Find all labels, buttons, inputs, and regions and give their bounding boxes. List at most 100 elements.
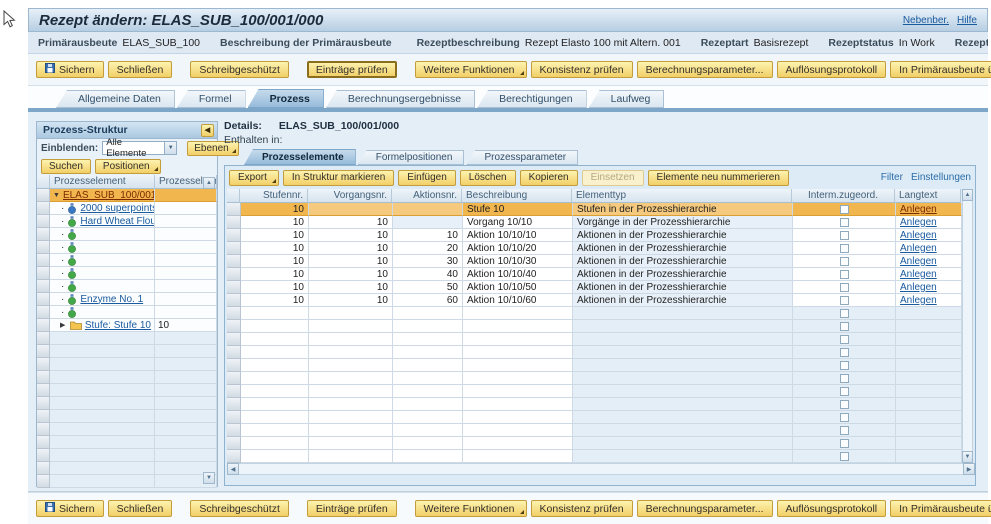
checkbox[interactable] <box>840 270 849 279</box>
aufl-sungsprotokoll-button[interactable]: Auflösungsprotokoll <box>777 500 887 517</box>
row-selector[interactable] <box>37 293 50 306</box>
row-selector[interactable] <box>37 358 50 371</box>
tree-scroll-up-button[interactable]: ▲ <box>203 177 215 189</box>
tree-node-link[interactable]: 2000 superpoints <box>80 203 155 214</box>
scroll-left-button[interactable]: ◀ <box>227 463 239 475</box>
checkbox[interactable] <box>840 296 849 305</box>
anlegen-link[interactable]: Anlegen <box>900 256 937 267</box>
schlie-en-button[interactable]: Schließen <box>108 61 173 78</box>
konsistenz-pr-fen-button[interactable]: Konsistenz prüfen <box>531 61 633 78</box>
row-selector[interactable] <box>227 372 241 385</box>
cell-vorgangsnr[interactable]: 10 <box>309 294 393 307</box>
checkbox[interactable] <box>840 387 849 396</box>
column-header[interactable]: Beschreibung <box>462 189 572 203</box>
in-struktur-markieren-button[interactable]: In Struktur markieren <box>283 170 394 186</box>
tree-element-cell[interactable]: ·Hard Wheat Flour <box>50 215 155 228</box>
tree-element-cell[interactable]: ▼ELAS_SUB_100/001/000 <box>50 189 155 202</box>
scroll-track[interactable] <box>962 201 973 451</box>
export-button[interactable]: Export <box>229 170 279 186</box>
row-selector[interactable] <box>37 410 50 423</box>
row-selector[interactable] <box>227 359 241 372</box>
tree-element-cell[interactable]: · <box>50 267 155 280</box>
row-selector[interactable] <box>227 411 241 424</box>
weitere-funktionen-button[interactable]: Weitere Funktionen <box>415 500 527 517</box>
column-header[interactable]: Interm.zugeord. <box>792 189 895 203</box>
cell-stufennr[interactable]: 10 <box>241 216 309 229</box>
checkbox[interactable] <box>840 374 849 383</box>
row-selector[interactable] <box>227 255 241 268</box>
row-selector[interactable] <box>37 397 50 410</box>
konsistenz-pr-fen-button[interactable]: Konsistenz prüfen <box>531 500 633 517</box>
row-selector[interactable] <box>227 385 241 398</box>
row-selector[interactable] <box>227 346 241 359</box>
expand-collapse-icon[interactable]: ▼ <box>53 192 60 199</box>
tree-element-cell[interactable]: · <box>50 228 155 241</box>
chevron-down-icon[interactable]: ▼ <box>164 141 177 155</box>
checkbox[interactable] <box>840 205 849 214</box>
cell-aktionsnr[interactable]: 40 <box>393 268 463 281</box>
row-selector[interactable] <box>227 203 241 216</box>
cell-vorgangsnr[interactable]: 10 <box>309 216 393 229</box>
cell-beschreibung[interactable]: Aktion 10/10/20 <box>463 242 573 255</box>
tree-scroll-down-button[interactable]: ▼ <box>203 472 215 484</box>
column-header[interactable]: Langtext <box>895 189 961 203</box>
row-selector[interactable] <box>37 306 50 319</box>
anlegen-link[interactable]: Anlegen <box>900 269 937 280</box>
row-selector[interactable] <box>37 267 50 280</box>
row-selector[interactable] <box>37 475 50 488</box>
cell-beschreibung[interactable]: Aktion 10/10/30 <box>463 255 573 268</box>
tab-formelpositionen[interactable]: Formelpositionen <box>358 150 465 165</box>
tree-node-link[interactable]: Enzyme No. 1 <box>80 294 143 305</box>
tab-formel[interactable]: Formel <box>177 90 246 108</box>
row-selector[interactable] <box>227 294 241 307</box>
cell-beschreibung[interactable]: Aktion 10/10/50 <box>463 281 573 294</box>
checkbox[interactable] <box>840 439 849 448</box>
cell-aktionsnr[interactable] <box>393 216 463 229</box>
cell-stufennr[interactable]: 10 <box>241 203 309 216</box>
column-header[interactable]: Stufennr. <box>240 189 308 203</box>
cell-stufennr[interactable]: 10 <box>241 229 309 242</box>
row-selector[interactable] <box>37 280 50 293</box>
checkbox[interactable] <box>840 322 849 331</box>
row-selector[interactable] <box>227 242 241 255</box>
row-selector[interactable] <box>37 345 50 358</box>
sichern-button[interactable]: Sichern <box>36 500 104 517</box>
kopieren-button[interactable]: Kopieren <box>520 170 578 186</box>
eintr-ge-pr-fen-button[interactable]: Einträge prüfen <box>307 61 397 78</box>
cell-stufennr[interactable]: 10 <box>241 242 309 255</box>
cell-vorgangsnr[interactable]: 10 <box>309 242 393 255</box>
row-selector[interactable] <box>227 307 241 320</box>
cell-aktionsnr[interactable]: 30 <box>393 255 463 268</box>
tree-element-cell[interactable]: ·2000 superpoints <box>50 202 155 215</box>
cell-aktionsnr[interactable]: 50 <box>393 281 463 294</box>
row-selector[interactable] <box>37 449 50 462</box>
row-selector[interactable] <box>37 202 50 215</box>
checkbox[interactable] <box>840 335 849 344</box>
tab-prozesselemente[interactable]: Prozesselemente <box>244 149 356 165</box>
anlegen-link[interactable]: Anlegen <box>900 230 937 241</box>
cell-vorgangsnr[interactable]: 10 <box>309 281 393 294</box>
nebenber-link[interactable]: Nebenber. <box>903 15 949 26</box>
anlegen-link[interactable]: Anlegen <box>900 243 937 254</box>
sichern-button[interactable]: Sichern <box>36 61 104 78</box>
checkbox[interactable] <box>840 283 849 292</box>
collapse-panel-button[interactable]: ◀ <box>201 124 214 137</box>
expand-collapse-icon[interactable]: ▶ <box>60 321 67 329</box>
checkbox[interactable] <box>840 231 849 240</box>
cell-vorgangsnr[interactable] <box>309 203 393 216</box>
row-selector[interactable] <box>37 241 50 254</box>
checkbox[interactable] <box>840 426 849 435</box>
tab-allgemeine-daten[interactable]: Allgemeine Daten <box>56 90 175 108</box>
row-selector[interactable] <box>37 228 50 241</box>
scroll-up-button[interactable]: ▲ <box>962 189 973 201</box>
anlegen-link[interactable]: Anlegen <box>900 282 937 293</box>
row-selector[interactable] <box>227 398 241 411</box>
row-selector[interactable] <box>227 424 241 437</box>
einblenden-dropdown[interactable]: Alle Elemente ▼ <box>102 141 177 155</box>
schlie-en-button[interactable]: Schließen <box>108 500 173 517</box>
tree-element-cell[interactable]: · <box>50 254 155 267</box>
column-header[interactable]: Vorgangsnr. <box>308 189 392 203</box>
row-selector[interactable] <box>37 462 50 475</box>
row-selector[interactable] <box>227 333 241 346</box>
checkbox[interactable] <box>840 361 849 370</box>
